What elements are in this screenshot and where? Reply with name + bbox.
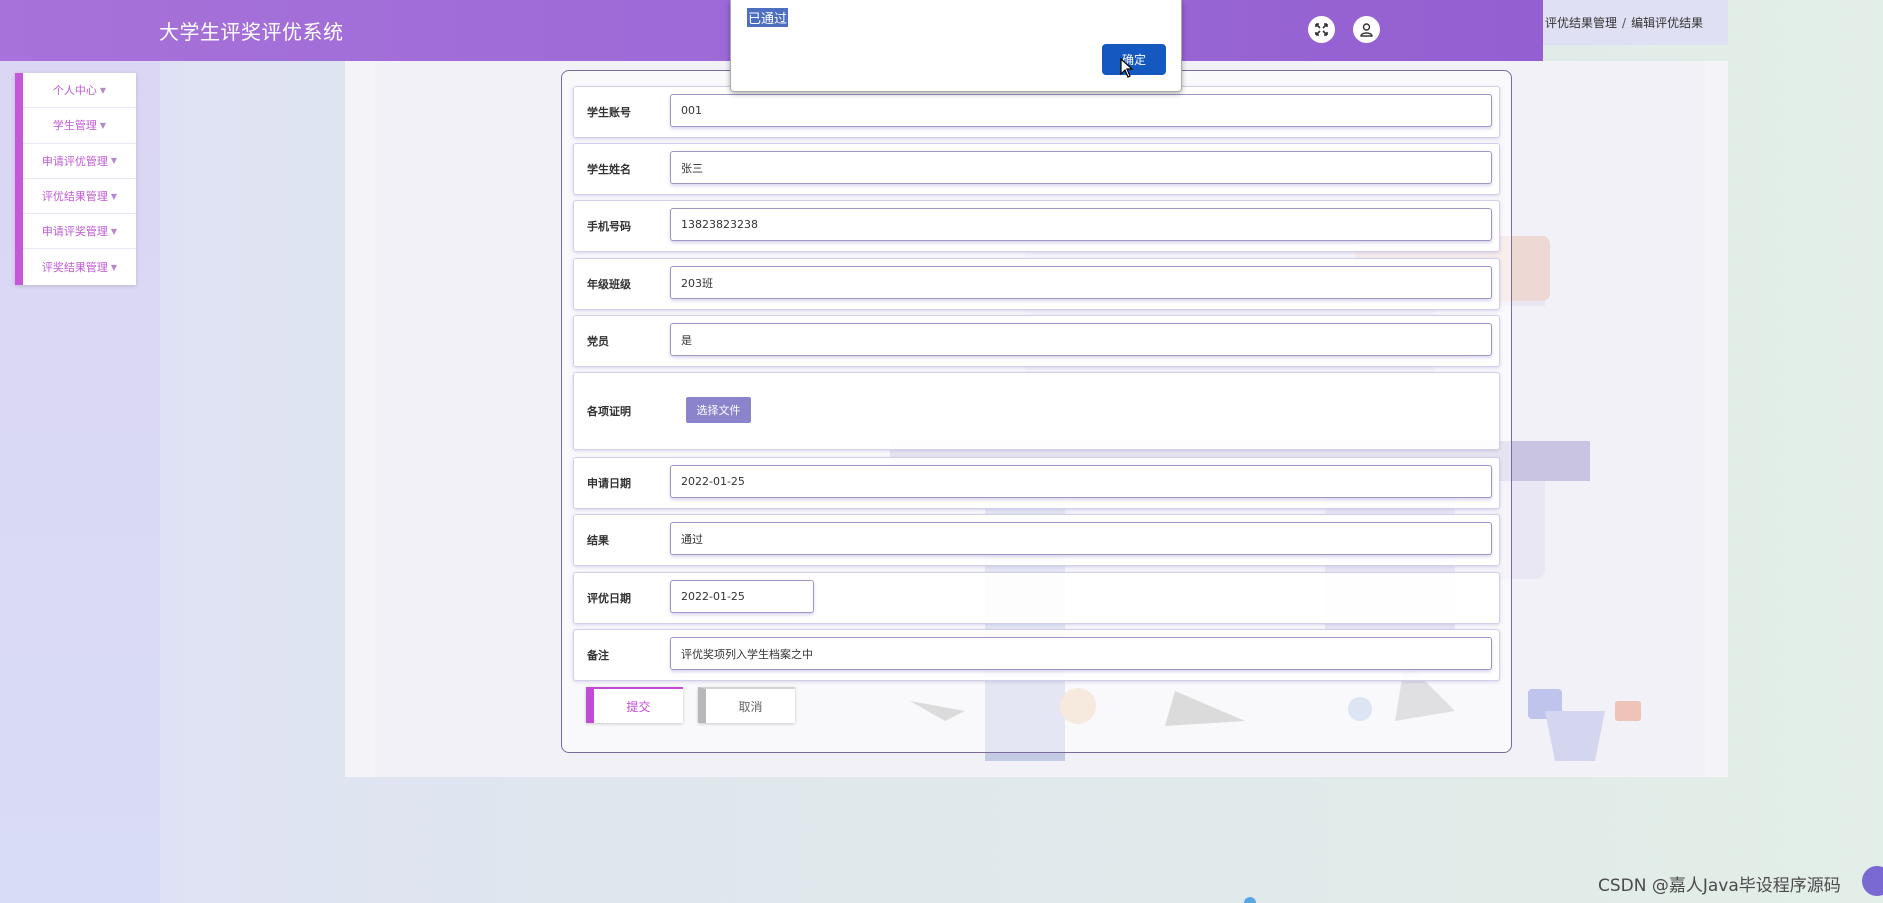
grade-class-input[interactable]: [670, 266, 1492, 299]
breadcrumb: 评优结果管理 / 编辑评优结果: [1543, 0, 1728, 45]
submit-button[interactable]: 提交: [586, 687, 683, 723]
sidebar-item-label: 评奖结果管理: [41, 261, 108, 275]
field-label: 学生姓名: [587, 163, 631, 176]
field-label: 党员: [587, 335, 609, 348]
breadcrumb-page: 编辑评优结果: [1631, 16, 1704, 30]
caret-down-icon: ▼: [110, 226, 118, 236]
form-row-merit-date: 评优日期: [573, 572, 1500, 624]
sidebar-item-label: 申请评优管理: [41, 154, 108, 168]
field-label: 申请日期: [587, 477, 631, 490]
caret-down-icon: ▼: [110, 262, 118, 272]
sidebar-item-award-results[interactable]: 评奖结果管理 ▼: [23, 249, 136, 284]
sidebar-item-award-application[interactable]: 申请评奖管理 ▼: [23, 214, 136, 250]
sidebar-item-label: 个人中心: [52, 84, 97, 98]
form-row-student-account: 学生账号: [573, 86, 1500, 138]
alert-dialog: 已通过 确定: [730, 0, 1182, 92]
form-row-party-member: 党员: [573, 315, 1500, 367]
apply-date-input[interactable]: [670, 465, 1492, 498]
sidebar-item-student-management[interactable]: 学生管理 ▼: [23, 108, 136, 144]
cancel-button[interactable]: 取消: [698, 687, 795, 723]
field-label: 备注: [587, 649, 609, 662]
field-label: 各项证明: [587, 405, 631, 418]
sidebar-menu: 个人中心 ▼ 学生管理 ▼ 申请评优管理 ▼ 评优结果管理 ▼ 申请评奖管理 ▼ 评奖结果…: [15, 73, 136, 285]
fullscreen-button[interactable]: [1308, 16, 1335, 43]
form-row-grade-class: 年级班级: [573, 258, 1500, 310]
user-button[interactable]: [1353, 16, 1380, 43]
party-member-input[interactable]: [670, 323, 1492, 356]
remarks-input[interactable]: [670, 637, 1492, 670]
scroll-indicator: [1244, 897, 1256, 903]
mouse-cursor-icon: [1120, 58, 1134, 78]
choose-file-button[interactable]: 选择文件: [686, 397, 751, 423]
sidebar-item-personal-center[interactable]: 个人中心 ▼: [23, 73, 136, 109]
field-label: 手机号码: [587, 220, 631, 233]
caret-down-icon: ▼: [110, 191, 118, 201]
form-row-apply-date: 申请日期: [573, 457, 1500, 509]
form-row-remarks: 备注: [573, 629, 1500, 681]
result-input[interactable]: [670, 522, 1492, 555]
caret-down-icon: ▼: [110, 156, 118, 166]
app-title: 大学生评奖评优系统: [159, 20, 344, 44]
sidebar-item-label: 学生管理: [52, 119, 97, 133]
field-label: 评优日期: [587, 592, 631, 605]
expand-icon: [1315, 23, 1328, 36]
watermark-text: CSDN @嘉人Java毕设程序源码: [1598, 876, 1841, 896]
phone-input[interactable]: [670, 208, 1492, 241]
form-row-phone: 手机号码: [573, 200, 1500, 252]
sidebar-item-label: 申请评奖管理: [41, 225, 108, 239]
floating-badge[interactable]: [1862, 866, 1883, 896]
dialog-message: 已通过: [747, 8, 789, 27]
sidebar-item-label: 评优结果管理: [41, 190, 108, 204]
form-row-certificates: 各项证明 选择文件: [573, 372, 1500, 450]
caret-down-icon: ▼: [99, 85, 107, 95]
form-row-result: 结果: [573, 514, 1500, 566]
caret-down-icon: ▼: [99, 120, 107, 130]
field-label: 学生账号: [587, 106, 631, 119]
sidebar-item-merit-application[interactable]: 申请评优管理 ▼: [23, 144, 136, 179]
user-icon: [1360, 23, 1373, 37]
student-account-input[interactable]: [670, 94, 1492, 127]
merit-date-input[interactable]: [670, 580, 814, 613]
breadcrumb-separator: /: [1622, 15, 1627, 30]
student-name-input[interactable]: [670, 151, 1492, 184]
sidebar-item-merit-results[interactable]: 评优结果管理 ▼: [23, 179, 136, 215]
dialog-ok-button[interactable]: 确定: [1102, 44, 1166, 75]
field-label: 年级班级: [587, 278, 631, 291]
field-label: 结果: [587, 534, 609, 547]
breadcrumb-section[interactable]: 评优结果管理: [1545, 14, 1617, 31]
form-row-student-name: 学生姓名: [573, 143, 1500, 195]
